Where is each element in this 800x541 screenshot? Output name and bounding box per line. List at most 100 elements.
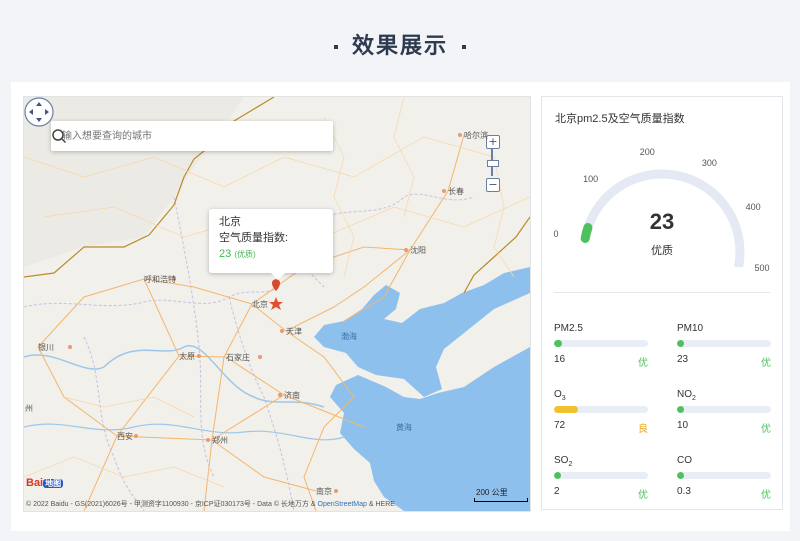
pollutant-bar-track bbox=[677, 340, 771, 347]
panel-divider bbox=[554, 292, 770, 293]
zoom-control[interactable]: + − bbox=[486, 135, 500, 192]
city-label[interactable]: 郑州 bbox=[212, 435, 228, 446]
page-title-text: 效果展示 bbox=[351, 33, 448, 58]
pollutant-name-text: SO bbox=[554, 455, 569, 466]
copyright-tail: & HERE bbox=[368, 501, 395, 508]
aqi-level: 优质 bbox=[651, 245, 673, 257]
map-copyright: © 2022 Baidu - GS(2021)6026号 - 甲测资字11009… bbox=[26, 499, 395, 509]
city-label[interactable]: 南京 bbox=[316, 486, 332, 497]
pollutant-bar-fill bbox=[554, 472, 561, 479]
city-info-popup: 北京 空气质量指数: 23 (优质) bbox=[209, 209, 333, 280]
aqi-panel: 北京pm2.5及空气质量指数 0 100 200 300 400 500 23 优质 PM… bbox=[541, 96, 783, 510]
pollutant-name-text: O bbox=[554, 389, 562, 400]
gauge-tick-label: 300 bbox=[701, 157, 717, 168]
city-label[interactable]: 北京 bbox=[252, 299, 268, 310]
aqi-panel-title: 北京pm2.5及空气质量指数 bbox=[555, 113, 685, 125]
pollutant-name-text: NO bbox=[677, 389, 692, 400]
pollutant-bar-fill bbox=[677, 472, 684, 479]
pollutant-bar-fill bbox=[677, 340, 684, 347]
edge-city-label: 州 bbox=[25, 404, 33, 413]
pollutant-name: SO2 bbox=[554, 455, 572, 468]
pollutant-value: 16 bbox=[554, 354, 566, 365]
pollutant-name: O3 bbox=[554, 389, 566, 402]
pollutant-name-text: CO bbox=[677, 455, 692, 466]
pollutant-item: CO 0.3 优 bbox=[677, 455, 771, 505]
pollutant-name: PM10 bbox=[677, 323, 703, 334]
pollutant-level: 良 bbox=[638, 424, 648, 435]
popup-value-row: 23 (优质) bbox=[219, 246, 323, 263]
pollutant-value: 72 bbox=[554, 420, 566, 431]
pollutant-bar-track bbox=[554, 340, 648, 347]
sea-label: 渤海 bbox=[341, 332, 357, 341]
pollutant-bar-track bbox=[554, 472, 648, 479]
city-label[interactable]: 太原 bbox=[179, 351, 195, 362]
map-view[interactable]: + − 哈尔滨长春沈阳呼和浩特北京天津银川太原石家庄济南西安郑州南京 渤海黄海 … bbox=[23, 96, 531, 512]
city-label[interactable]: 天津 bbox=[286, 326, 302, 337]
pollutant-level: 优 bbox=[761, 490, 771, 501]
pollutant-name-text: PM2.5 bbox=[554, 323, 583, 334]
pollutant-item: NO2 10 优 bbox=[677, 389, 771, 439]
pollutant-subscript: 2 bbox=[692, 395, 696, 402]
compass-arrows-icon[interactable] bbox=[24, 97, 54, 127]
title-dot-left bbox=[333, 45, 338, 50]
pollutant-subscript: 3 bbox=[561, 395, 566, 402]
magnifier-icon[interactable] bbox=[51, 128, 67, 144]
zoom-out-button[interactable]: − bbox=[486, 178, 500, 192]
pollutant-value: 2 bbox=[554, 486, 560, 497]
pollutant-level: 优 bbox=[761, 358, 771, 369]
pollutant-bar-fill bbox=[677, 406, 684, 413]
city-label[interactable]: 西安 bbox=[117, 431, 133, 442]
baidu-logo[interactable]: Bai 地图 bbox=[26, 477, 64, 489]
city-label[interactable]: 银川 bbox=[38, 342, 54, 353]
aqi-value: 23 bbox=[649, 209, 675, 234]
zoom-slider-handle[interactable] bbox=[487, 160, 499, 167]
sea-label: 黄海 bbox=[396, 423, 412, 432]
popup-label: 空气质量指数: bbox=[219, 232, 289, 244]
pollutant-bar-track bbox=[677, 472, 771, 479]
popup-aqi-value: 23 bbox=[219, 248, 232, 260]
city-label[interactable]: 石家庄 bbox=[226, 352, 250, 363]
pollutant-name-text: PM10 bbox=[677, 323, 704, 334]
pollutant-bar-track bbox=[677, 406, 771, 413]
pollutant-subscript: 2 bbox=[568, 461, 573, 468]
city-label[interactable]: 哈尔滨 bbox=[464, 130, 488, 141]
map-canvas[interactable] bbox=[24, 97, 530, 511]
pollutant-item: O3 72 良 bbox=[554, 389, 648, 439]
pollutant-bar-track bbox=[554, 406, 648, 413]
pollutant-level: 优 bbox=[638, 490, 648, 501]
osm-link[interactable]: OpenStreetMap bbox=[318, 501, 367, 508]
page-title: 效果展示 bbox=[0, 28, 800, 60]
popup-aqi-level: (优质) bbox=[234, 250, 256, 259]
copyright-text: © 2022 Baidu - GS(2021)6026号 - 甲测资字11009… bbox=[26, 501, 316, 508]
title-dot-right bbox=[462, 45, 466, 50]
pollutant-value: 0.3 bbox=[677, 486, 691, 497]
pollutant-item: SO2 2 优 bbox=[554, 455, 648, 505]
zoom-in-button[interactable]: + bbox=[486, 135, 500, 149]
pollutant-name: NO2 bbox=[677, 389, 696, 402]
pollutant-bar-fill bbox=[554, 406, 579, 413]
gauge-tick-label: 500 bbox=[754, 263, 770, 274]
baidu-logo-text: Bai bbox=[26, 477, 44, 489]
map-scale: 200 公里 bbox=[474, 487, 528, 502]
gauge-tick-label: 100 bbox=[583, 174, 599, 185]
baidu-map-badge: 地图 bbox=[43, 479, 64, 488]
pollutant-value: 10 bbox=[677, 420, 689, 431]
city-label[interactable]: 济南 bbox=[284, 390, 300, 401]
popup-city: 北京 bbox=[219, 216, 241, 228]
pollutant-level: 优 bbox=[638, 358, 648, 369]
pollutant-item: PM2.5 16 优 bbox=[554, 323, 648, 373]
pollutant-bar-fill bbox=[554, 340, 562, 347]
pollutant-value: 23 bbox=[677, 354, 689, 365]
pollutant-name: CO bbox=[677, 455, 692, 466]
scale-label: 200 公里 bbox=[476, 488, 508, 497]
gauge-tick-label: 200 bbox=[639, 146, 655, 157]
city-search-box[interactable] bbox=[51, 121, 333, 151]
city-search-input[interactable] bbox=[51, 121, 302, 151]
city-label[interactable]: 沈阳 bbox=[410, 245, 426, 256]
pollutant-item: PM10 23 优 bbox=[677, 323, 771, 373]
pollutant-level: 优 bbox=[761, 424, 771, 435]
city-label[interactable]: 呼和浩特 bbox=[144, 274, 176, 285]
pollutant-name: PM2.5 bbox=[554, 323, 583, 334]
scale-bar bbox=[474, 498, 528, 502]
city-label[interactable]: 长春 bbox=[448, 186, 464, 197]
